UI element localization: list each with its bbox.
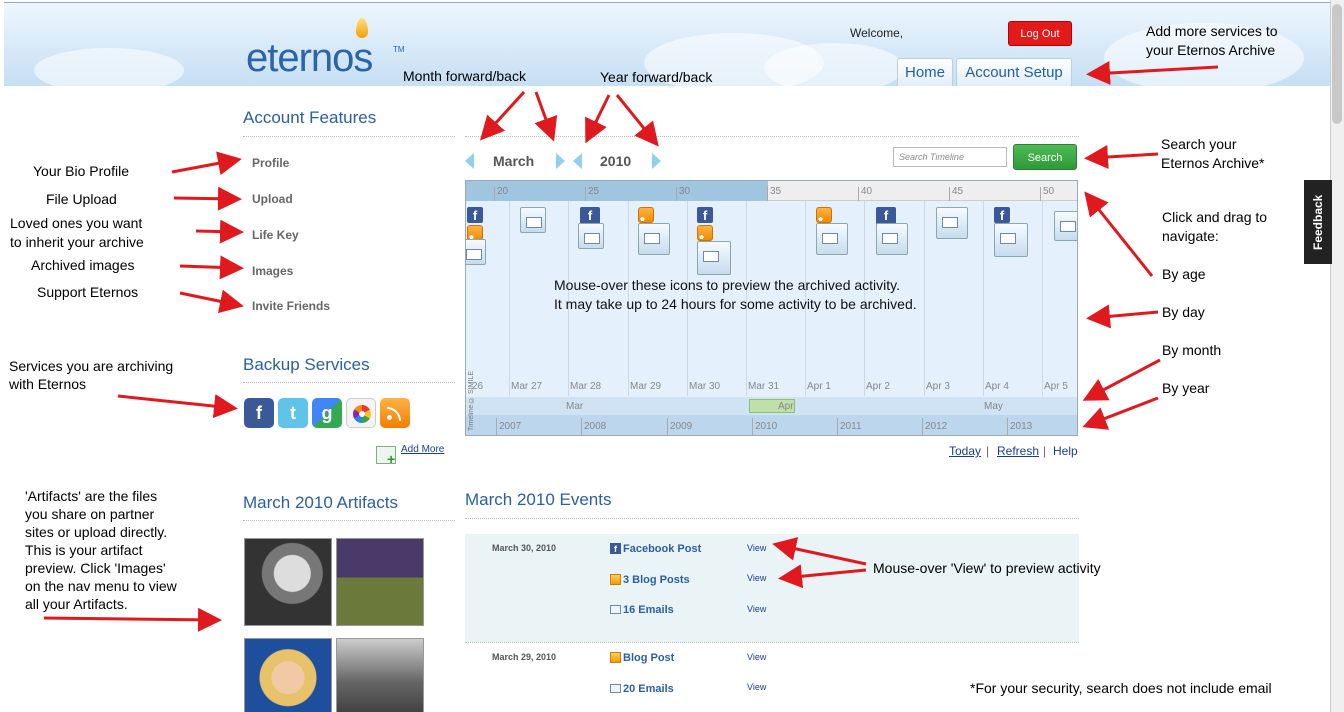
arrow-month-back (479, 90, 526, 141)
arrow-by-day (1086, 304, 1159, 329)
arrow-by-age (1084, 191, 1154, 277)
arrow-invite (179, 289, 244, 314)
arrow-year-back (585, 94, 611, 144)
arrow-upload (173, 186, 242, 211)
arrow-view-1 (772, 537, 867, 566)
arrow-services (117, 394, 238, 419)
arrow-artifacts (43, 607, 222, 632)
arrow-bio (171, 151, 242, 176)
arrow-add-services (1086, 61, 1219, 85)
arrow-life-key (195, 219, 244, 244)
arrow-by-year (1082, 396, 1159, 430)
arrow-search (1084, 144, 1159, 169)
arrow-month-forward (534, 91, 558, 142)
arrow-by-month (1082, 358, 1161, 401)
arrow-view-2 (778, 564, 867, 589)
annotation-arrows (43, 61, 1219, 632)
arrow-images (179, 255, 244, 280)
arrow-year-forward (615, 94, 659, 147)
